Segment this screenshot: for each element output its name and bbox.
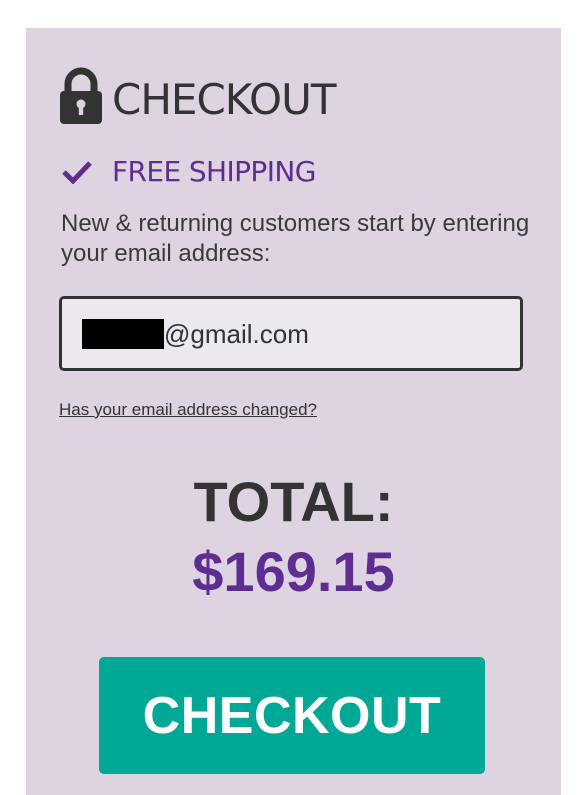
lock-icon	[60, 67, 102, 124]
email-field-value: @gmail.com	[164, 318, 309, 349]
total-amount: $169.15	[192, 540, 395, 603]
total-label: TOTAL:	[193, 470, 394, 533]
free-shipping-row: FREE SHIPPING	[62, 154, 316, 190]
free-shipping-label: FREE SHIPPING	[112, 155, 316, 188]
email-changed-link[interactable]: Has your email address changed?	[59, 400, 317, 420]
email-field[interactable]: @gmail.com	[59, 296, 523, 371]
email-instructions: New & returning customers start by enter…	[61, 210, 530, 267]
redacted-text-block	[82, 318, 164, 349]
checkmark-icon	[62, 161, 92, 184]
page-title: CHECKOUT	[112, 75, 336, 124]
checkout-button[interactable]: CHECKOUT	[99, 657, 485, 774]
checkout-header: CHECKOUT	[59, 66, 336, 126]
checkout-panel: CHECKOUT FREE SHIPPING New & returning c…	[26, 28, 561, 795]
